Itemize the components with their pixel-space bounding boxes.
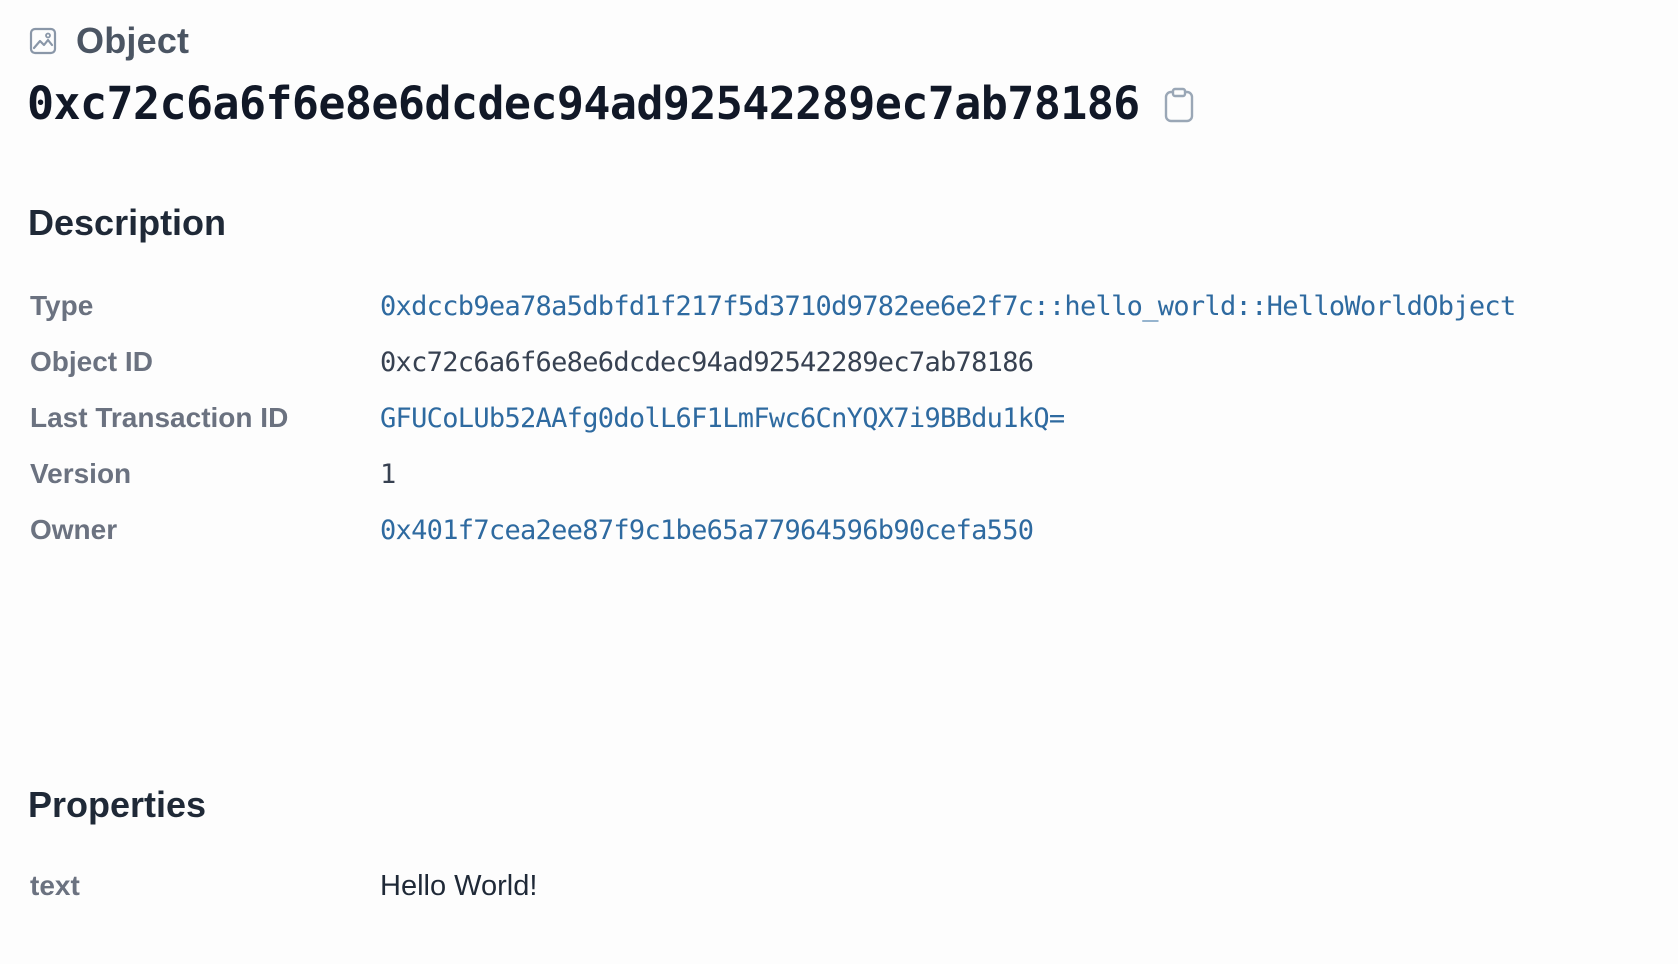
- owner-label: Owner: [30, 514, 118, 545]
- version-label: Version: [30, 458, 132, 489]
- owner-link[interactable]: 0x401f7cea2ee87f9c1be65a77964596b90cefa5…: [380, 515, 1034, 546]
- version-value: 1: [380, 458, 396, 490]
- object-detail-page: Object 0xc72c6a6f6e8e6dcdec94ad92542289e…: [0, 0, 1678, 964]
- object-title-row: 0xc72c6a6f6e8e6dcdec94ad92542289ec7ab781…: [27, 70, 1196, 136]
- object-id-title: 0xc72c6a6f6e8e6dcdec94ad92542289ec7ab781…: [27, 76, 1140, 130]
- version-row: Version 1: [30, 446, 1650, 502]
- properties-table: text Hello World!: [30, 858, 1650, 914]
- owner-row: Owner 0x401f7cea2ee87f9c1be65a77964596b9…: [30, 502, 1650, 558]
- object-kind-label: Object: [76, 20, 190, 61]
- type-link[interactable]: 0xdccb9ea78a5dbfd1f217f5d3710d9782ee6e2f…: [380, 291, 1516, 322]
- properties-heading: Properties: [28, 784, 207, 825]
- object-id-row: Object ID 0xc72c6a6f6e8e6dcdec94ad925422…: [30, 334, 1650, 390]
- property-row: text Hello World!: [30, 858, 1650, 914]
- clipboard-icon[interactable]: [1162, 86, 1196, 124]
- type-row: Type 0xdccb9ea78a5dbfd1f217f5d3710d9782e…: [30, 278, 1650, 334]
- last-transaction-label: Last Transaction ID: [30, 402, 289, 433]
- last-transaction-link[interactable]: GFUCoLUb52AAfg0dolL6F1LmFwc6CnYQX7i9BBdu…: [380, 403, 1065, 434]
- type-label: Type: [30, 290, 94, 321]
- description-table: Type 0xdccb9ea78a5dbfd1f217f5d3710d9782e…: [30, 278, 1650, 558]
- object-id-value: 0xc72c6a6f6e8e6dcdec94ad92542289ec7ab781…: [380, 346, 1034, 378]
- description-heading: Description: [28, 202, 227, 243]
- object-id-label: Object ID: [30, 346, 153, 377]
- object-kind-header: Object: [28, 18, 189, 64]
- property-value: Hello World!: [380, 869, 538, 902]
- property-key: text: [30, 870, 80, 901]
- last-transaction-row: Last Transaction ID GFUCoLUb52AAfg0dolL6…: [30, 390, 1650, 446]
- image-icon: [28, 26, 58, 56]
